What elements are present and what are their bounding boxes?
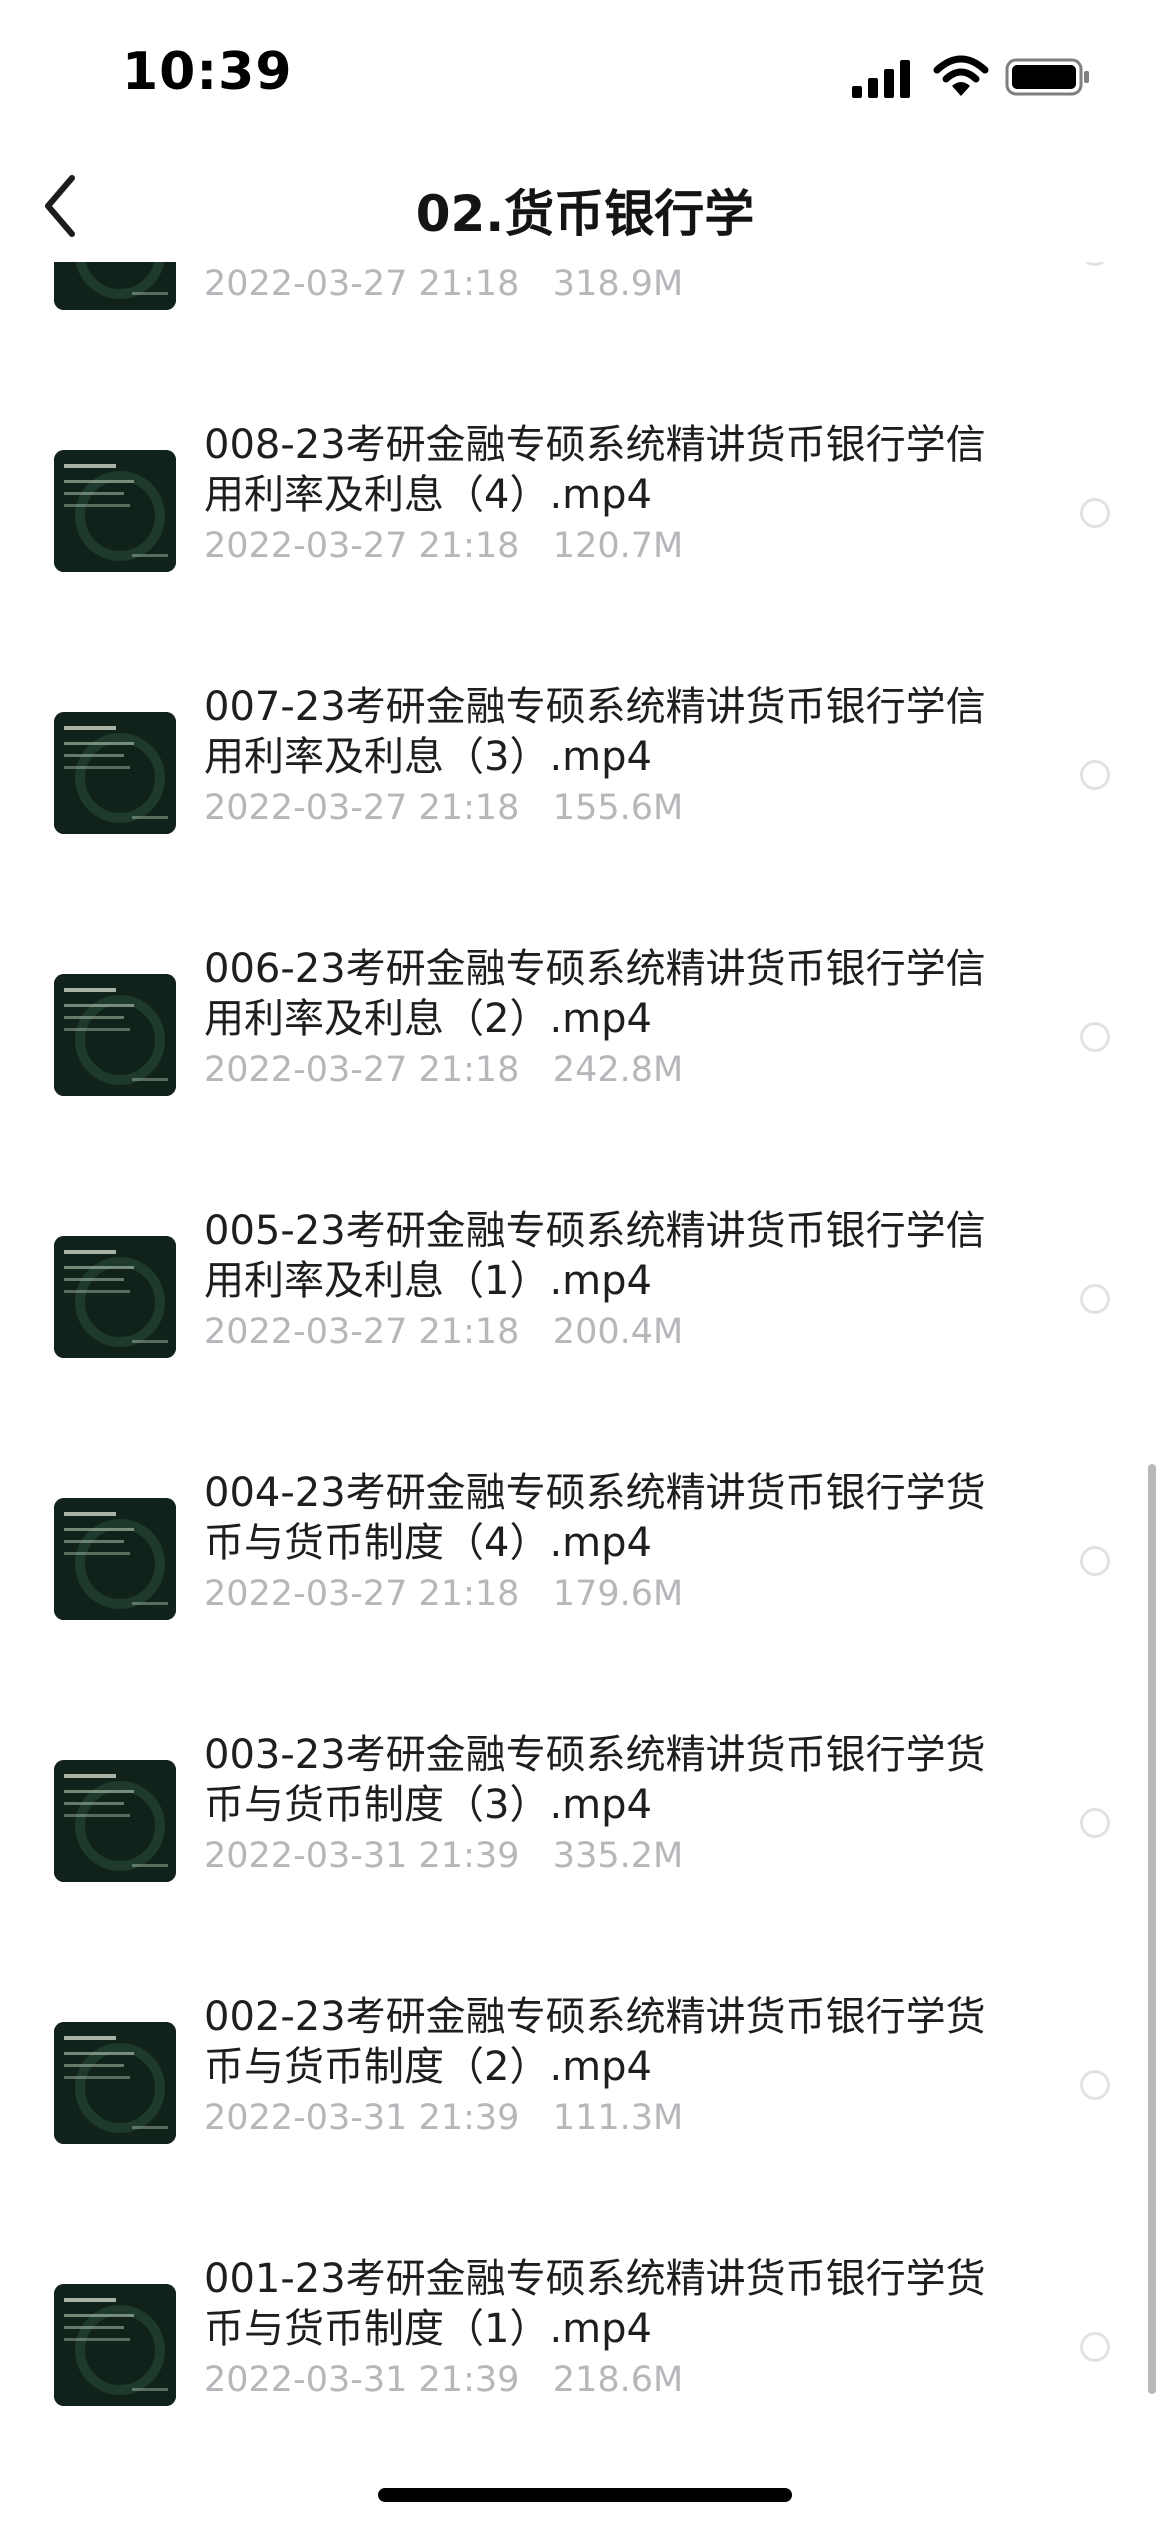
page-title: 02.货币银行学	[415, 185, 755, 243]
file-list-item[interactable]: 004-23考研金融专硕系统精讲货币银行学货币与货币制度（4）.mp4 2022-…	[0, 1288, 1170, 1620]
scroll-indicator[interactable]	[1148, 1464, 1156, 2394]
file-meta: 2022-03-31 21:39 218.6M	[204, 2360, 683, 2400]
radio-unchecked-icon[interactable]	[1080, 2332, 1110, 2362]
file-list: 信用利率及利息（5）.mp42022-03-27 21:18 318.9M008…	[0, 262, 1170, 2532]
navigation-bar: 02.货币银行学	[0, 150, 1170, 262]
file-list-item[interactable]: 005-23考研金融专硕系统精讲货币银行学信用利率及利息（1）.mp4 2022-…	[0, 1026, 1170, 1358]
signal-icon	[852, 60, 910, 98]
file-list-item[interactable]: 001-23考研金融专硕系统精讲货币银行学货币与货币制度（1）.mp4 2022-…	[0, 2074, 1170, 2406]
file-list-item[interactable]: 007-23考研金融专硕系统精讲货币银行学信用利率及利息（3）.mp4 2022-…	[0, 502, 1170, 834]
home-indicator[interactable]	[378, 2488, 792, 2502]
wifi-icon	[933, 55, 989, 96]
screen: 10:39 02.货币银行学 信用利率及利息（5）.mp42022-03-27 …	[0, 0, 1170, 2532]
file-list-item[interactable]: 008-23考研金融专硕系统精讲货币银行学信用利率及利息（4）.mp4 2022-…	[0, 262, 1170, 572]
status-bar: 10:39	[0, 0, 1170, 150]
file-date: 2022-03-31 21:39	[204, 2360, 520, 2400]
file-name: 001-23考研金融专硕系统精讲货币银行学货币与货币制度（1）.mp4	[204, 2256, 986, 2352]
file-list-item[interactable]: 006-23考研金融专硕系统精讲货币银行学信用利率及利息（2）.mp4 2022-…	[0, 764, 1170, 1096]
file-size: 218.6M	[552, 2360, 684, 2400]
status-time: 10:39	[122, 42, 293, 102]
file-list-item[interactable]: 003-23考研金融专硕系统精讲货币银行学货币与货币制度（3）.mp4 2022-…	[0, 1550, 1170, 1882]
video-thumbnail-icon	[54, 2284, 176, 2406]
battery-icon	[1005, 58, 1089, 96]
file-list-item[interactable]: 002-23考研金融专硕系统精讲货币银行学货币与货币制度（2）.mp4 2022-…	[0, 1812, 1170, 2144]
